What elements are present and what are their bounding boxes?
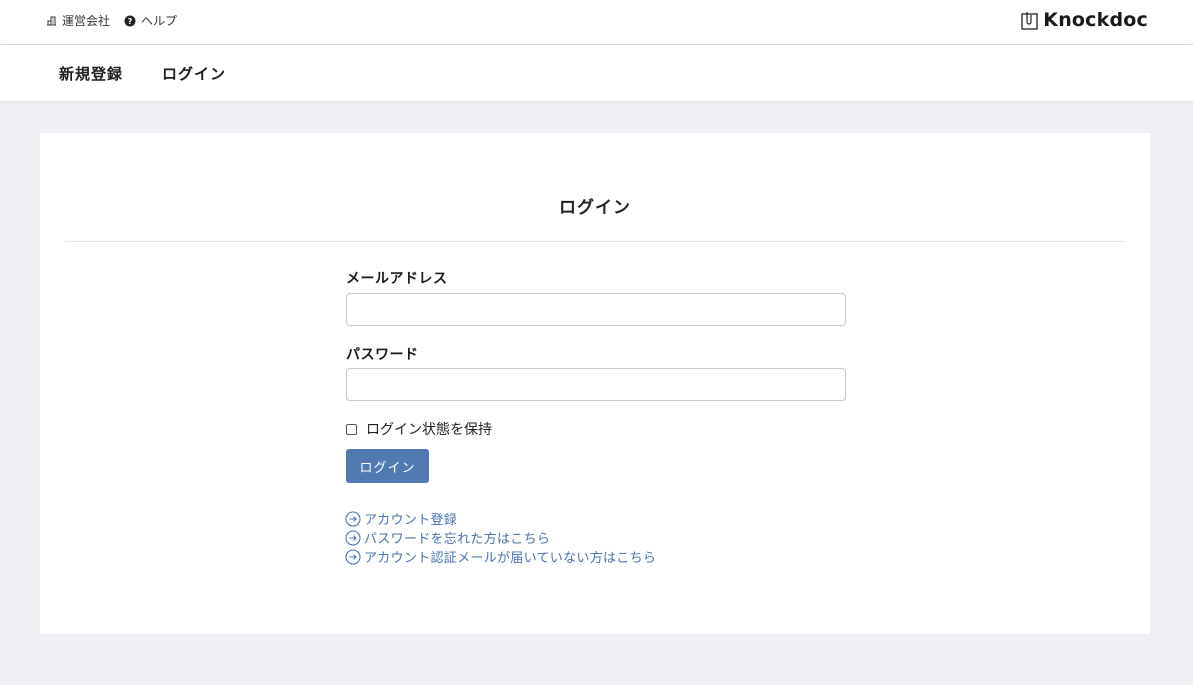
building-icon	[47, 16, 56, 26]
company-link[interactable]: 運営会社	[46, 12, 110, 29]
resend-verification-link[interactable]: アカウント認証メールが届いていない方はこちら	[345, 547, 656, 566]
register-link-label[interactable]: アカウント登録	[364, 509, 457, 528]
password-field[interactable]	[346, 368, 846, 401]
remember-checkbox[interactable]	[346, 423, 357, 435]
divider	[65, 241, 1125, 242]
svg-text:?: ?	[128, 17, 133, 26]
document-clip-icon	[1021, 11, 1038, 30]
nav-login[interactable]: ログイン	[162, 63, 226, 84]
arrow-circle-right-icon	[345, 529, 361, 546]
register-link[interactable]: アカウント登録	[345, 509, 457, 528]
help-link[interactable]: ? ヘルプ	[124, 12, 177, 29]
remember-label[interactable]: ログイン状態を保持	[366, 419, 492, 439]
company-link-label: 運営会社	[62, 14, 111, 28]
password-label: パスワード	[346, 347, 419, 363]
nav-register[interactable]: 新規登録	[59, 63, 123, 84]
arrow-circle-right-icon	[345, 510, 361, 527]
help-link-label: ヘルプ	[141, 14, 178, 28]
forgot-password-link-label[interactable]: パスワードを忘れた方はこちら	[364, 528, 550, 547]
login-card: ログイン メールアドレス パスワード ログイン状態を保持 ログイン アカウント登…	[40, 133, 1150, 634]
arrow-circle-right-icon	[345, 548, 361, 565]
main-nav: 新規登録 ログイン	[0, 45, 1193, 101]
email-label: メールアドレス	[346, 271, 448, 287]
login-button[interactable]: ログイン	[346, 449, 429, 483]
brand-logo[interactable]: Knockdoc	[1021, 9, 1148, 31]
top-bar: 運営会社 ? ヘルプ Knockdoc	[0, 0, 1193, 45]
email-field[interactable]	[346, 293, 846, 326]
forgot-password-link[interactable]: パスワードを忘れた方はこちら	[345, 528, 550, 547]
top-links: 運営会社 ? ヘルプ	[46, 12, 191, 29]
page-title: ログイン	[559, 198, 631, 218]
brand-name: Knockdoc	[1043, 9, 1148, 31]
question-circle-icon: ?	[124, 15, 136, 26]
remember-me: ログイン状態を保持	[346, 419, 492, 439]
resend-verification-link-label[interactable]: アカウント認証メールが届いていない方はこちら	[364, 547, 656, 566]
